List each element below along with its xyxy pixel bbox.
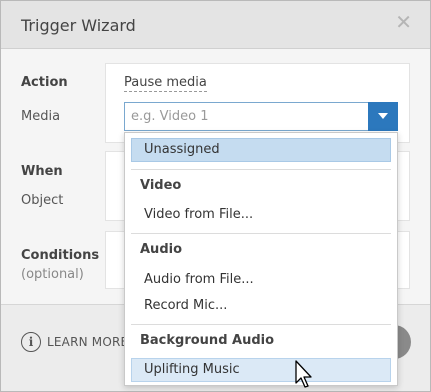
dialog-title: Trigger Wizard [21, 16, 136, 35]
separator [131, 324, 391, 325]
media-input[interactable] [125, 103, 367, 130]
media-label: Media [21, 109, 61, 124]
info-icon: i [21, 332, 41, 352]
separator [131, 169, 391, 170]
learn-more-link[interactable]: i LEARN MORE [21, 332, 128, 352]
group-video: Video [140, 178, 182, 193]
action-label: Action [21, 75, 68, 90]
mouse-pointer-icon [295, 360, 312, 388]
conditions-optional-label: (optional) [21, 267, 84, 282]
media-dropdown-button[interactable] [368, 102, 398, 131]
separator [131, 233, 391, 234]
group-audio: Audio [140, 242, 183, 257]
trigger-wizard-dialog: Trigger Wizard ✕ Action Pause media Medi… [0, 0, 431, 392]
action-selector[interactable]: Pause media [124, 75, 207, 92]
learn-more-label: LEARN MORE [47, 335, 129, 349]
option-uplifting-music[interactable]: Uplifting Music [131, 358, 391, 382]
option-record-mic[interactable]: Record Mic... [131, 294, 391, 318]
media-combobox[interactable] [124, 102, 398, 131]
option-video-from-file[interactable]: Video from File... [131, 203, 391, 227]
when-label: When [21, 164, 63, 179]
option-audio-from-file[interactable]: Audio from File... [131, 268, 391, 292]
group-background-audio: Background Audio [140, 333, 275, 348]
conditions-label: Conditions [21, 248, 100, 263]
title-bar: Trigger Wizard ✕ [1, 1, 430, 49]
chevron-down-icon [378, 113, 388, 119]
close-icon[interactable]: ✕ [395, 12, 412, 32]
media-dropdown-list: Unassigned Video Video from File... Audi… [124, 132, 398, 386]
object-label: Object [21, 193, 64, 208]
option-unassigned[interactable]: Unassigned [131, 138, 391, 162]
